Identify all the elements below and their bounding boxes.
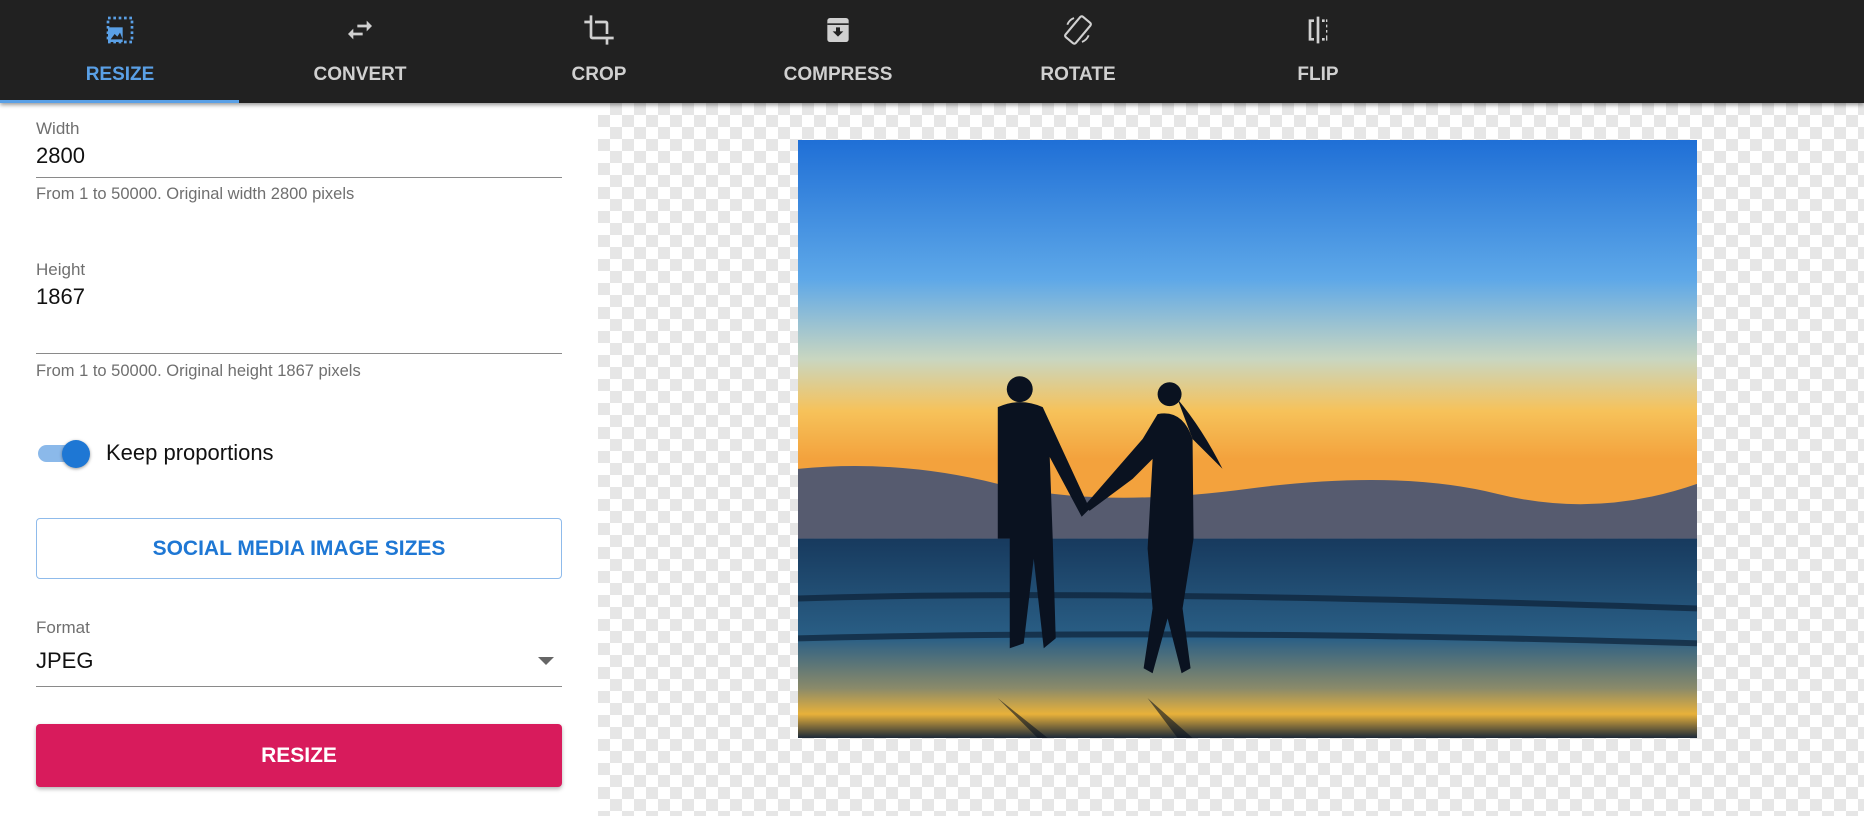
width-hint: From 1 to 50000. Original width 2800 pix… (36, 185, 355, 203)
tab-label: CONVERT (313, 64, 407, 85)
tab-label: ROTATE (1040, 64, 1116, 85)
tab-label: RESIZE (85, 64, 155, 85)
height-input[interactable] (36, 284, 562, 310)
height-label: Height (36, 260, 86, 279)
tab-label: CROP (571, 64, 627, 85)
format-select[interactable]: JPEG (36, 643, 562, 685)
keep-proportions-label: Keep proportions (106, 440, 274, 465)
height-underline (36, 353, 562, 354)
tab-resize[interactable]: RESIZE (0, 0, 240, 103)
crop-icon (584, 15, 614, 45)
toggle-thumb (62, 440, 90, 468)
tab-label: FLIP (1297, 64, 1339, 85)
tab-convert[interactable]: CONVERT (240, 0, 480, 103)
swap-arrows-icon (348, 20, 372, 40)
width-label: Width (36, 119, 80, 138)
keep-proportions-toggle[interactable] (36, 438, 92, 468)
tab-label: COMPRESS (783, 64, 893, 85)
social-media-sizes-button[interactable]: SOCIAL MEDIA IMAGE SIZES (36, 518, 562, 579)
tab-crop[interactable]: CROP (479, 0, 719, 103)
tab-compress[interactable]: COMPRESS (718, 0, 958, 103)
preview-image (798, 140, 1697, 738)
tab-rotate[interactable]: ROTATE (958, 0, 1198, 103)
format-underline (36, 686, 562, 687)
width-input[interactable] (36, 143, 562, 169)
top-toolbar: RESIZE CONVERT CROP COMPRESS ROTATE FLIP (0, 0, 1864, 103)
width-underline (36, 177, 562, 178)
chevron-down-icon (538, 657, 554, 665)
flip-icon (1308, 16, 1328, 44)
active-tab-indicator (0, 100, 239, 103)
tab-flip[interactable]: FLIP (1198, 0, 1438, 103)
resize-button[interactable]: RESIZE (36, 724, 562, 787)
resize-options-panel: Width From 1 to 50000. Original width 28… (0, 103, 598, 816)
format-label: Format (36, 618, 90, 637)
height-hint: From 1 to 50000. Original height 1867 pi… (36, 362, 361, 380)
screen-rotation-icon (1064, 15, 1092, 45)
archive-icon (827, 18, 849, 42)
format-value: JPEG (36, 648, 94, 673)
image-preview-area (598, 103, 1864, 816)
resize-image-icon (106, 16, 134, 44)
